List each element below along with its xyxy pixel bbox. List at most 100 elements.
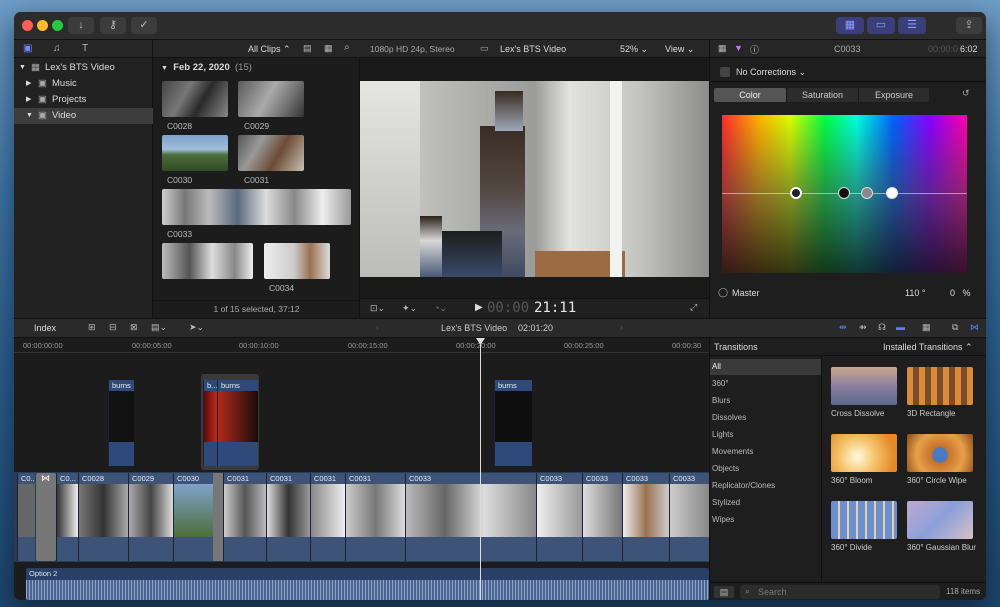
background-tasks-icon[interactable]: ✓	[131, 17, 157, 34]
clip-appearance-icon[interactable]: ▤	[303, 43, 312, 54]
midtones-puck[interactable]	[861, 187, 873, 199]
audio-clip[interactable]: Option 2	[26, 568, 709, 600]
gap-handle[interactable]	[213, 473, 223, 561]
category-all[interactable]: All	[710, 359, 821, 375]
storyline-clip[interactable]: C0033	[622, 473, 669, 561]
filmstrip-icon[interactable]: ▦	[324, 43, 333, 54]
date-group-header[interactable]: ▼ Feb 22, 2020 (15)	[161, 62, 252, 73]
libraries-icon[interactable]: ▣	[23, 43, 32, 54]
append-clip-icon[interactable]: ⊠	[130, 322, 138, 333]
transition-thumbnail[interactable]	[831, 434, 897, 472]
audio-skimming-icon[interactable]: ⇻	[859, 322, 867, 333]
clip-thumbnail[interactable]	[162, 135, 228, 171]
reset-icon[interactable]: ↺	[962, 88, 970, 99]
photos-audio-icon[interactable]: ♫	[53, 43, 61, 54]
solo-icon[interactable]: ☊	[878, 322, 886, 333]
master-value-field[interactable]: 110 °	[905, 288, 925, 298]
effects-browser-icon[interactable]: ⧉	[952, 322, 958, 333]
video-inspector-icon[interactable]: ▦	[718, 43, 727, 54]
zoom-dropdown[interactable]: 52% ⌄	[620, 44, 648, 55]
storyline-clip[interactable]: C0031	[345, 473, 405, 561]
titles-generators-icon[interactable]: T	[82, 43, 88, 54]
shadows-puck[interactable]	[838, 187, 850, 199]
enhance-icon[interactable]: ✦⌄	[402, 303, 417, 314]
connected-clip[interactable]: burns	[108, 380, 134, 466]
insert-clip-icon[interactable]: ⊟	[109, 322, 117, 333]
transitions-browser-icon[interactable]: ⋈	[970, 322, 979, 333]
category-wipes[interactable]: Wipes	[710, 512, 821, 528]
storyline-clip[interactable]: C0033	[582, 473, 622, 561]
master-percent-field[interactable]: 0 %	[950, 288, 971, 298]
storyline-clip[interactable]: C0033	[536, 473, 582, 561]
browser-toggle-icon[interactable]: ▦	[836, 17, 864, 34]
transition-thumbnail[interactable]	[831, 501, 897, 539]
color-inspector-icon[interactable]: ▼	[734, 43, 743, 53]
skimming-icon[interactable]: ⇹	[839, 322, 847, 333]
storyline-clip[interactable]: C0031	[310, 473, 345, 561]
view-dropdown[interactable]: View ⌄	[665, 44, 694, 55]
forward-icon[interactable]: ›	[620, 322, 623, 332]
category-lights[interactable]: Lights	[710, 427, 821, 443]
transform-icon[interactable]: ⊡⌄	[370, 303, 385, 314]
category-360[interactable]: 360°	[710, 376, 821, 392]
transition-marker[interactable]: ⋈	[36, 473, 56, 561]
clip-appearance-icon[interactable]: ▦	[922, 322, 931, 333]
storyline-clip[interactable]: C0...	[56, 473, 78, 561]
minimize-window-button[interactable]	[37, 20, 48, 31]
playhead[interactable]	[480, 338, 481, 600]
clip-filter-dropdown[interactable]: All Clips ⌃	[248, 44, 291, 55]
disclosure-closed-icon[interactable]: ▶	[26, 92, 31, 108]
close-window-button[interactable]	[22, 20, 33, 31]
tab-color[interactable]: Color	[714, 88, 786, 102]
overwrite-clip-icon[interactable]: ▤⌄	[151, 322, 167, 333]
storyline-clip[interactable]: C0031	[223, 473, 266, 561]
library-row[interactable]: ▼ ▦ Lex's BTS Video	[14, 60, 153, 76]
installed-transitions-dropdown[interactable]: Installed Transitions ⌃	[883, 342, 973, 353]
storyline-clip[interactable]: C0033	[669, 473, 709, 561]
sidebar-toggle-icon[interactable]: ▤	[714, 586, 734, 598]
transition-thumbnail[interactable]	[907, 367, 973, 405]
back-icon[interactable]: ‹	[376, 322, 379, 332]
transition-thumbnail[interactable]	[907, 434, 973, 472]
timeline-ruler[interactable]: 00:00:00:00 00:00:05:00 00:00:10:00 00:0…	[14, 338, 709, 353]
storyline-clip[interactable]: C0028	[78, 473, 128, 561]
transitions-search-field[interactable]: ⌕ Search	[740, 585, 940, 599]
clip-filmstrip[interactable]	[162, 243, 253, 279]
timeline-toggle-icon[interactable]: ▭	[867, 17, 895, 34]
connected-clip[interactable]: b...	[203, 380, 217, 466]
keywords-icon[interactable]: ⚷	[100, 17, 126, 34]
storyline-clip[interactable]: C0...	[17, 473, 35, 561]
category-replicator-clones[interactable]: Replicator/Clones	[710, 478, 821, 494]
color-board[interactable]	[722, 115, 967, 273]
play-icon[interactable]: ▶	[475, 302, 483, 313]
fullscreen-icon[interactable]: ⤢	[690, 302, 697, 313]
storyline-clip[interactable]: C0033	[405, 473, 536, 561]
category-movements[interactable]: Movements	[710, 444, 821, 460]
storyline-clip[interactable]: C0030	[173, 473, 213, 561]
transition-thumbnail[interactable]	[831, 367, 897, 405]
clip-thumbnail[interactable]	[162, 81, 228, 117]
zoom-window-button[interactable]	[52, 20, 63, 31]
correction-checkbox[interactable]	[720, 67, 730, 77]
disclosure-open-icon[interactable]: ▼	[26, 108, 33, 124]
event-music[interactable]: ▶ ▣ Music	[14, 76, 153, 92]
tab-exposure[interactable]: Exposure	[858, 88, 929, 102]
retime-icon[interactable]: ◔⌄	[434, 303, 447, 314]
global-puck[interactable]	[790, 187, 802, 199]
share-icon[interactable]: ⇪	[956, 17, 982, 34]
tab-saturation[interactable]: Saturation	[786, 88, 858, 102]
clip-thumbnail[interactable]	[238, 135, 304, 171]
inspector-toggle-icon[interactable]: ☰	[898, 17, 926, 34]
index-button[interactable]: Index	[34, 323, 56, 333]
connect-clip-icon[interactable]: ⊞	[88, 322, 96, 333]
event-projects[interactable]: ▶ ▣ Projects	[14, 92, 153, 108]
corrections-dropdown[interactable]: No Corrections ⌄	[736, 67, 806, 78]
connected-clip[interactable]: burns	[217, 380, 258, 466]
category-blurs[interactable]: Blurs	[710, 393, 821, 409]
disclosure-open-icon[interactable]: ▼	[19, 60, 26, 76]
highlights-puck[interactable]	[886, 187, 898, 199]
category-dissolves[interactable]: Dissolves	[710, 410, 821, 426]
import-icon[interactable]: ↓	[68, 17, 94, 34]
connected-clip[interactable]: burns	[494, 380, 532, 466]
info-icon[interactable]: ⓘ	[750, 43, 759, 56]
